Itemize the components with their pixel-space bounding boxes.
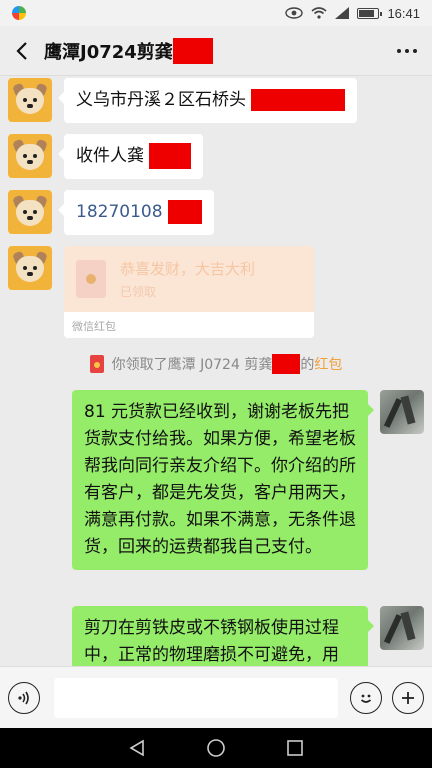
redaction-box bbox=[167, 200, 202, 224]
signal-icon bbox=[335, 7, 350, 19]
circle-home-icon[interactable] bbox=[206, 738, 226, 758]
voice-button[interactable] bbox=[8, 681, 40, 714]
system-text-suffix: 的 bbox=[300, 357, 315, 373]
back-button[interactable] bbox=[0, 26, 44, 76]
redaction-box bbox=[251, 89, 346, 111]
message-input[interactable] bbox=[54, 677, 338, 718]
red-packet-card[interactable]: 恭喜发财，大吉大利 已领取 微信红包 bbox=[64, 246, 314, 338]
message-bubble[interactable]: 义乌市丹溪２区石桥头 bbox=[57, 78, 358, 123]
message-row: 81 元货款已经收到，谢谢老板先把货款支付给我。如果方便，希望老板帮我向同行亲友… bbox=[72, 390, 424, 570]
plus-icon bbox=[402, 691, 414, 704]
my-avatar[interactable] bbox=[380, 390, 424, 434]
system-text: 你领取了鹰潭 J0724 剪龚 bbox=[111, 357, 273, 373]
message-text: 收件人龚 bbox=[76, 146, 144, 166]
plus-button[interactable] bbox=[392, 681, 424, 714]
my-avatar[interactable] bbox=[380, 606, 424, 650]
triangle-back-icon[interactable] bbox=[128, 739, 146, 757]
red-packet-small-icon bbox=[89, 355, 104, 373]
message-text: 81 元货款已经收到，谢谢老板先把货款支付给我。如果方便，希望老板帮我向同行亲友… bbox=[84, 402, 356, 557]
battery-icon bbox=[357, 7, 383, 19]
app-icon bbox=[12, 6, 26, 20]
chat-title: 鹰潭J0724剪龚 bbox=[44, 37, 213, 64]
message-bubble[interactable]: 18270108 bbox=[58, 190, 214, 235]
phone-link[interactable]: 18270108 bbox=[76, 202, 163, 222]
red-packet-title: 恭喜发财，大吉大利 bbox=[120, 260, 256, 278]
contact-avatar[interactable] bbox=[8, 134, 52, 178]
red-packet-label: 微信红包 bbox=[72, 320, 116, 333]
emoji-button[interactable] bbox=[350, 681, 382, 714]
redaction-box bbox=[272, 354, 301, 374]
redaction-box bbox=[149, 143, 192, 169]
contact-avatar[interactable] bbox=[8, 246, 52, 290]
message-bubble[interactable]: 收件人龚 bbox=[57, 134, 204, 179]
red-packet-link[interactable]: 红包 bbox=[314, 354, 342, 374]
status-time: 16:41 bbox=[387, 5, 420, 21]
system-navigation bbox=[0, 728, 432, 768]
wifi-icon bbox=[311, 7, 327, 19]
contact-avatar[interactable] bbox=[8, 190, 52, 234]
eye-icon bbox=[285, 7, 304, 19]
message-row: 义乌市丹溪２区石桥头 bbox=[8, 78, 358, 123]
chevron-left-icon bbox=[16, 41, 27, 60]
redaction-box bbox=[172, 37, 213, 64]
system-message: 你领取了鹰潭 J0724 剪龚 的 红包 bbox=[0, 354, 432, 374]
status-bar: 16:41 bbox=[0, 0, 432, 26]
message-text: 义乌市丹溪２区石桥头 bbox=[76, 90, 246, 110]
message-row: 收件人龚 bbox=[8, 134, 204, 179]
chat-title-text: 鹰潭J0724剪龚 bbox=[44, 41, 173, 63]
message-row: 恭喜发财，大吉大利 已领取 微信红包 bbox=[8, 246, 314, 338]
emoji-icon bbox=[360, 694, 372, 703]
message-row: 18270108 bbox=[8, 190, 214, 235]
chat-header: 鹰潭J0724剪龚 bbox=[0, 26, 432, 76]
chat-area[interactable]: 义乌市丹溪２区石桥头 收件人龚 18270108 恭喜发财，大吉大利 已领取 微… bbox=[0, 76, 432, 666]
message-text: 剪刀在剪铁皮或不锈钢板使用过程中，正常的物理磨损不可避免，用 bbox=[84, 618, 339, 665]
input-bar bbox=[0, 666, 432, 728]
red-packet-status: 已领取 bbox=[120, 285, 157, 299]
voice-icon bbox=[18, 691, 29, 704]
red-packet-icon bbox=[76, 260, 106, 298]
more-dots-icon[interactable] bbox=[382, 26, 432, 76]
message-bubble[interactable]: 81 元货款已经收到，谢谢老板先把货款支付给我。如果方便，希望老板帮我向同行亲友… bbox=[72, 390, 374, 570]
message-bubble[interactable]: 剪刀在剪铁皮或不锈钢板使用过程中，正常的物理磨损不可避免，用 bbox=[72, 606, 374, 666]
message-row: 剪刀在剪铁皮或不锈钢板使用过程中，正常的物理磨损不可避免，用 bbox=[72, 606, 424, 666]
square-recents-icon[interactable] bbox=[286, 739, 304, 757]
contact-avatar[interactable] bbox=[8, 78, 52, 122]
